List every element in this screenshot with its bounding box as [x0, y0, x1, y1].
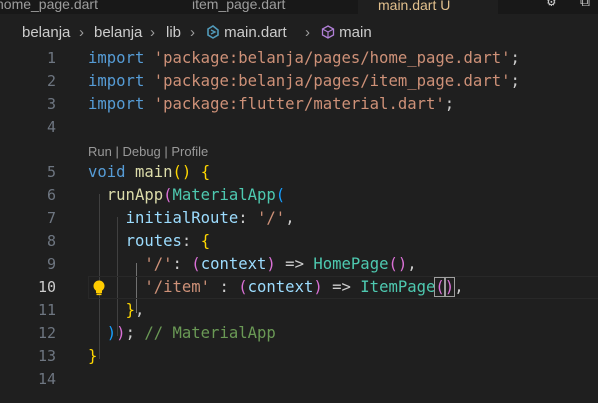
editor-actions: ⚙ ⧉	[539, 0, 598, 14]
code-text: },	[125, 301, 145, 319]
line-number: 10	[37, 278, 56, 296]
tab-item-page[interactable]: item_page.dart	[172, 0, 285, 14]
chevron-right-icon: ›	[150, 24, 155, 41]
breadcrumb-label: main.dart	[224, 24, 287, 41]
breadcrumb-label: main	[339, 24, 372, 41]
chevron-right-icon: ›	[79, 24, 84, 41]
breadcrumb-item-belanja-sub[interactable]: belanja	[94, 22, 142, 44]
code-line: 9 '/': (context) => HomePage(),	[0, 253, 598, 276]
tab-label: item_page.dart	[192, 0, 286, 12]
code-line: 8 routes: {	[0, 230, 598, 253]
chevron-right-icon: ›	[305, 24, 310, 41]
code-line: 14	[0, 368, 598, 391]
breadcrumb-item-main-symbol[interactable]: main	[321, 22, 372, 44]
codelens-run[interactable]: Run	[88, 144, 112, 159]
code-text: void main() {	[88, 163, 211, 181]
line-number: 13	[37, 347, 56, 365]
code-line: 11 },	[0, 299, 598, 322]
line-number: 12	[37, 324, 56, 342]
line-number: 4	[46, 118, 56, 136]
breadcrumb: belanja › belanja › lib › main.dart › ma…	[0, 22, 598, 44]
tab-strip: home_page.dart item_page.dart main.dart …	[0, 0, 598, 14]
breadcrumb-item-main-dart[interactable]: main.dart	[206, 22, 287, 44]
code-text: routes: {	[125, 232, 211, 250]
line-number: 11	[37, 301, 56, 319]
code-text: '/': (context) => HomePage(),	[144, 255, 417, 273]
line-number: 5	[46, 163, 56, 181]
breadcrumb-item-belanja[interactable]: belanja	[22, 22, 70, 44]
codelens-row: Run | Debug | Profile	[0, 140, 598, 163]
code-text: import 'package:belanja/pages/item_page.…	[88, 72, 520, 90]
modified-badge: U	[440, 0, 451, 13]
breadcrumb-item-lib[interactable]: lib	[166, 22, 181, 44]
line-number: 1	[46, 49, 56, 67]
code-editor[interactable]: 1 import 'package:belanja/pages/home_pag…	[0, 45, 598, 403]
line-number: 8	[46, 232, 56, 250]
code-text: )); // MaterialApp	[106, 324, 276, 342]
code-text: runApp(MaterialApp(	[106, 186, 286, 204]
tab-main-dart[interactable]: main.dart U	[358, 0, 498, 14]
line-number: 2	[46, 72, 56, 90]
code-line: 3 import 'package:flutter/material.dart'…	[0, 93, 598, 116]
code-line: 4	[0, 116, 598, 139]
code-line: 5 void main() {	[0, 161, 598, 184]
code-line: 1 import 'package:belanja/pages/home_pag…	[0, 47, 598, 70]
code-line: 2 import 'package:belanja/pages/item_pag…	[0, 70, 598, 93]
code-text: }	[88, 347, 98, 365]
line-number: 9	[46, 255, 56, 273]
line-number: 3	[46, 95, 56, 113]
codelens: Run | Debug | Profile	[88, 144, 209, 159]
dart-file-icon	[207, 25, 219, 39]
dart-file-icon	[172, 0, 186, 11]
line-number: 7	[46, 209, 56, 227]
code-text: import 'package:flutter/material.dart';	[88, 95, 455, 113]
line-number: 14	[37, 370, 56, 388]
code-text: initialRoute: '/',	[125, 209, 295, 227]
split-editor-icon[interactable]: ⧉	[580, 0, 590, 10]
tab-label: main.dart	[378, 0, 437, 13]
codelens-debug[interactable]: Debug	[122, 144, 160, 159]
codelens-profile[interactable]: Profile	[171, 144, 208, 159]
code-line: 12 )); // MaterialApp	[0, 322, 598, 345]
symbol-method-icon	[321, 25, 335, 39]
code-text: '/item' : (context) => ItemPage(),	[144, 277, 464, 297]
dart-file-icon	[358, 0, 372, 12]
code-text: import 'package:belanja/pages/home_page.…	[88, 49, 520, 67]
tab-label: home_page.dart	[0, 0, 98, 12]
code-line-active: 10 '/item' : (context) => ItemPage(),	[0, 276, 598, 299]
settings-icon[interactable]: ⚙	[547, 0, 555, 10]
code-line: 7 initialRoute: '/',	[0, 207, 598, 230]
code-line: 6 runApp(MaterialApp(	[0, 184, 598, 207]
tab-home-page[interactable]: home_page.dart	[0, 0, 98, 14]
code-line: 13 }	[0, 345, 598, 368]
line-number: 6	[46, 186, 56, 204]
chevron-right-icon: ›	[190, 24, 195, 41]
